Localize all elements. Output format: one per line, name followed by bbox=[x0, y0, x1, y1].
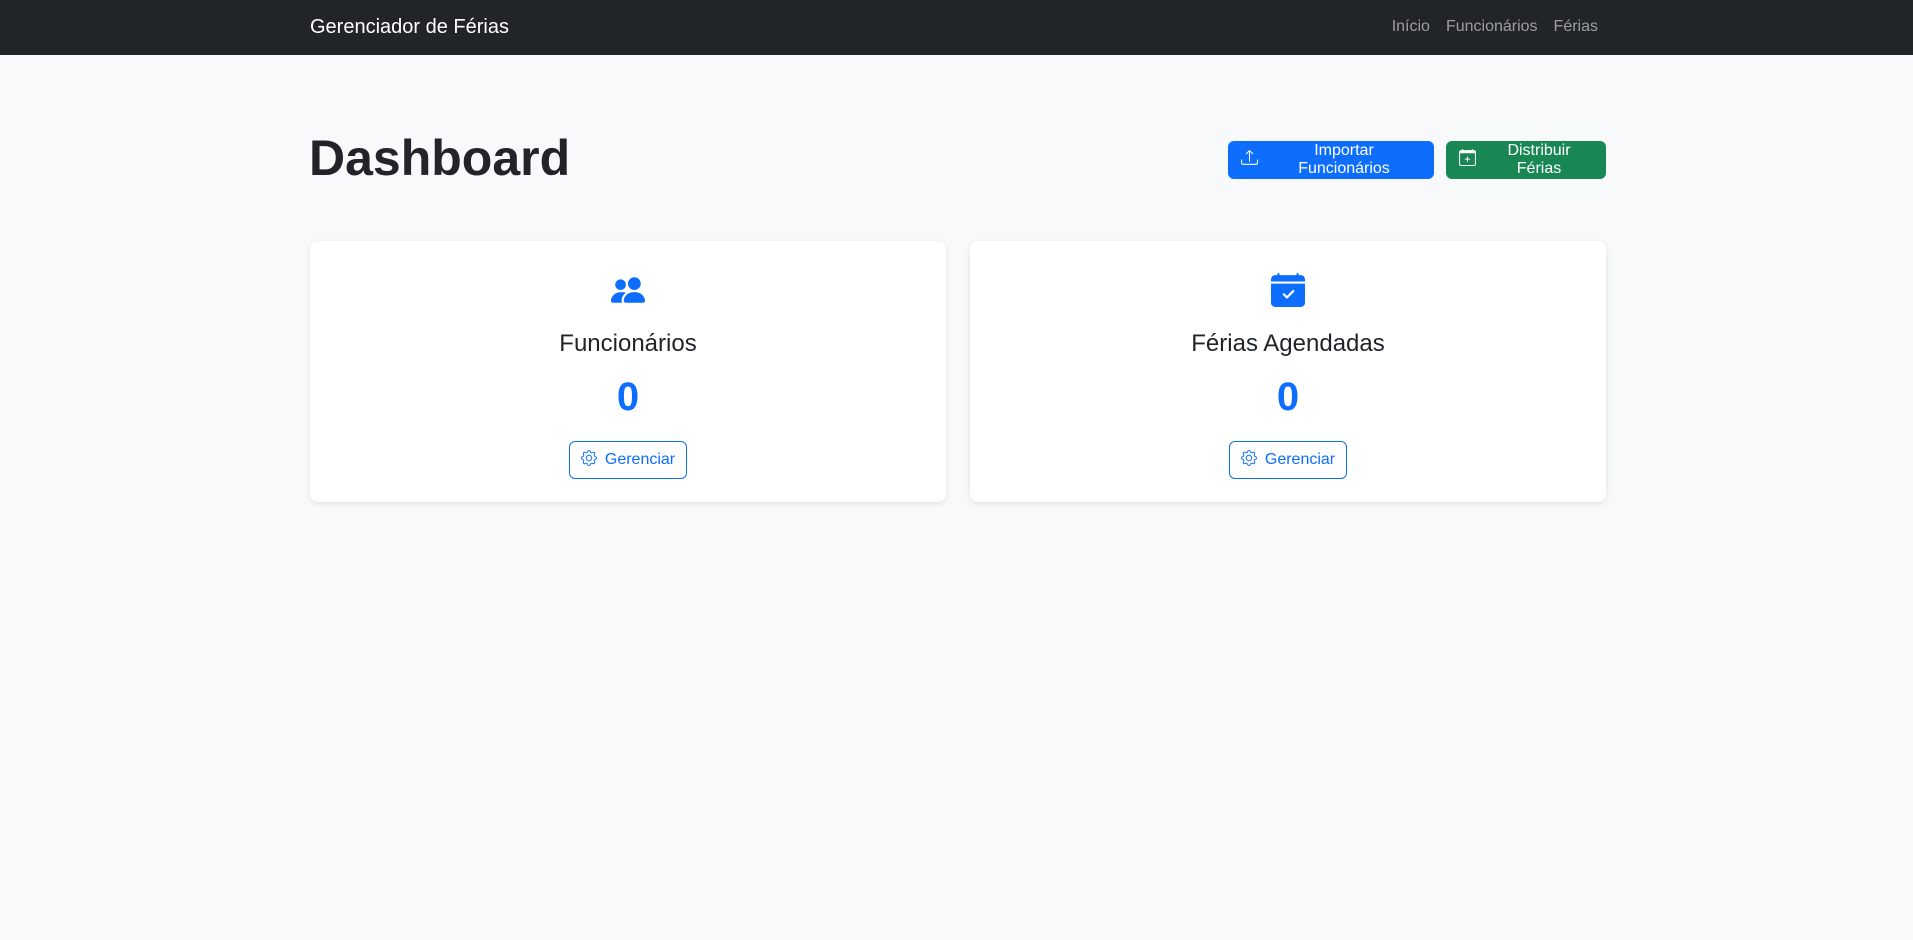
manage-employees-label: Gerenciar bbox=[604, 451, 676, 468]
navbar-brand[interactable]: Gerenciador de Férias bbox=[310, 15, 509, 39]
upload-icon bbox=[1241, 149, 1258, 171]
manage-employees-button[interactable]: Gerenciar bbox=[569, 441, 687, 479]
manage-vacations-label: Gerenciar bbox=[1264, 451, 1336, 468]
scheduled-vacations-card-title: Férias Agendadas bbox=[1191, 330, 1385, 357]
nav-links: Início Funcionários Férias bbox=[1392, 17, 1598, 37]
navbar: Gerenciador de Férias Início Funcionário… bbox=[0, 0, 1913, 55]
employees-card-title: Funcionários bbox=[559, 330, 697, 357]
people-icon bbox=[611, 273, 645, 307]
nav-link-ferias[interactable]: Férias bbox=[1554, 17, 1598, 37]
import-employees-button[interactable]: Importar Funcionários bbox=[1228, 141, 1434, 179]
calendar-check-icon bbox=[1271, 273, 1305, 307]
nav-link-funcionarios[interactable]: Funcionários bbox=[1446, 17, 1538, 37]
manage-vacations-button[interactable]: Gerenciar bbox=[1229, 441, 1347, 479]
scheduled-vacations-count: 0 bbox=[1276, 375, 1300, 419]
distribute-vacations-button[interactable]: Distribuir Férias bbox=[1446, 141, 1606, 179]
nav-link-inicio[interactable]: Início bbox=[1392, 17, 1430, 37]
page-title: Dashboard bbox=[309, 130, 571, 186]
gear-icon bbox=[580, 449, 597, 471]
import-employees-label: Importar Funcionários bbox=[1298, 142, 1390, 177]
gear-icon bbox=[1240, 449, 1257, 471]
calendar-plus-icon bbox=[1459, 149, 1476, 171]
distribute-vacations-label: Distribuir Férias bbox=[1507, 142, 1571, 177]
employees-count: 0 bbox=[616, 375, 640, 419]
employees-card: Funcionários 0 Gerenciar bbox=[310, 241, 946, 502]
scheduled-vacations-card: Férias Agendadas 0 Gerenciar bbox=[970, 241, 1606, 502]
